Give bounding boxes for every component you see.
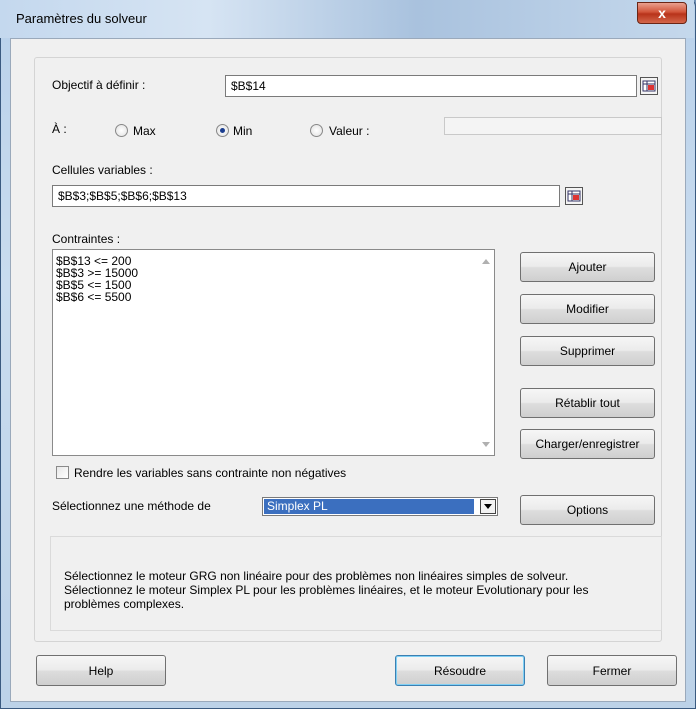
modify-label: Modifier [566, 302, 609, 316]
delete-constraint-button[interactable]: Supprimer [520, 336, 655, 366]
objective-input[interactable]: $B$14 [225, 75, 637, 97]
variables-range-button[interactable] [565, 187, 583, 205]
scroll-up-icon [482, 259, 490, 264]
load-save-button[interactable]: Charger/enregistrer [520, 429, 655, 459]
description-line: Sélectionnez le moteur Simplex PL pour l… [64, 583, 589, 597]
to-label: À : [52, 122, 67, 136]
objective-label: Objectif à définir : [52, 78, 146, 92]
value-radio[interactable] [310, 124, 323, 137]
reset-all-button[interactable]: Rétablir tout [520, 388, 655, 418]
close-icon: x [658, 5, 666, 21]
solve-label: Résoudre [433, 663, 487, 678]
close-window-button[interactable]: x [637, 2, 687, 24]
list-item[interactable]: $B$6 <= 5500 [53, 291, 138, 303]
value-label: Valeur : [329, 124, 370, 138]
window-title: Paramètres du solveur [16, 11, 147, 26]
add-constraint-button[interactable]: Ajouter [520, 252, 655, 282]
min-radio[interactable] [216, 124, 229, 137]
min-label: Min [233, 124, 253, 138]
modify-constraint-button[interactable]: Modifier [520, 294, 655, 324]
help-button[interactable]: Help [36, 655, 166, 686]
objective-range-button[interactable] [640, 77, 658, 95]
constraints-label: Contraintes : [52, 232, 121, 246]
max-radio[interactable] [115, 124, 128, 137]
method-label: Sélectionnez une méthode de [52, 499, 211, 513]
add-label: Ajouter [568, 260, 607, 274]
scroll-down-icon [482, 442, 490, 447]
reset-label: Rétablir tout [555, 396, 620, 410]
range-select-icon [567, 190, 581, 202]
options-label: Options [566, 503, 609, 517]
close-button[interactable]: Fermer [547, 655, 677, 686]
nonnegative-label: Rendre les variables sans contrainte non… [74, 466, 347, 480]
solve-button[interactable]: Résoudre [395, 655, 525, 686]
constraints-list[interactable]: $B$13 <= 200 $B$3 >= 15000 $B$5 <= 1500 … [52, 249, 495, 456]
range-select-icon [642, 80, 656, 92]
method-description: Sélectionnez le moteur GRG non linéaire … [50, 536, 662, 631]
max-label: Max [133, 124, 156, 138]
constraints-scrollbar[interactable] [478, 250, 494, 455]
radio-selected-dot-icon [220, 128, 225, 133]
description-line: Sélectionnez le moteur GRG non linéaire … [64, 569, 569, 583]
method-selected-value: Simplex PL [264, 499, 474, 514]
options-button[interactable]: Options [520, 495, 655, 525]
load-save-label: Charger/enregistrer [535, 437, 640, 451]
help-label: Help [88, 663, 114, 678]
triangle-down-icon [484, 504, 492, 509]
target-value-input[interactable] [444, 117, 662, 135]
nonnegative-checkbox[interactable] [56, 466, 69, 479]
close-label: Fermer [592, 663, 632, 678]
method-select[interactable]: Simplex PL [262, 497, 498, 516]
dropdown-button[interactable] [480, 499, 496, 514]
description-line: problèmes complexes. [64, 597, 185, 611]
variables-label: Cellules variables : [52, 163, 153, 177]
delete-label: Supprimer [559, 344, 616, 358]
variable-cells-input[interactable]: $B$3;$B$5;$B$6;$B$13 [52, 185, 560, 207]
